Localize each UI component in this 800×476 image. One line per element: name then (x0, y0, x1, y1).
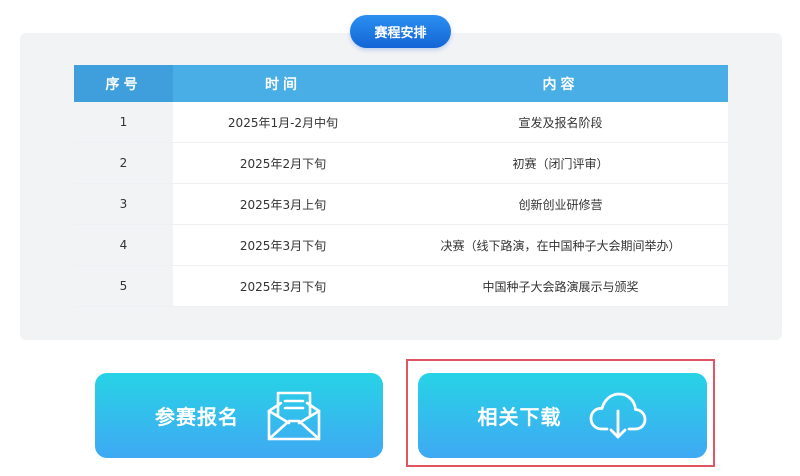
table-row: 1 2025年1月-2月中旬 宣发及报名阶段 (74, 102, 728, 143)
row-time: 2025年3月上旬 (173, 183, 393, 225)
row-content: 初赛（闭门评审） (393, 142, 728, 184)
row-content: 宣发及报名阶段 (393, 102, 728, 143)
section-title-badge: 赛程安排 (350, 15, 451, 48)
cloud-download-icon (588, 391, 648, 441)
table-row: 2 2025年2月下旬 初赛（闭门评审） (74, 142, 728, 184)
row-index: 2 (74, 142, 173, 184)
register-label: 参赛报名 (155, 405, 239, 429)
row-time: 2025年2月下旬 (173, 142, 393, 184)
row-index: 3 (74, 183, 173, 225)
header-time: 时间 (173, 65, 393, 102)
row-index: 5 (74, 265, 173, 307)
table-header: 序号 时间 内容 (74, 65, 728, 102)
schedule-table: 序号 时间 内容 1 2025年1月-2月中旬 宣发及报名阶段 2 2025年2… (74, 65, 728, 307)
row-index: 1 (74, 102, 173, 143)
envelope-icon (265, 389, 323, 443)
table-row: 3 2025年3月上旬 创新创业研修营 (74, 183, 728, 225)
table-row: 4 2025年3月下旬 决赛（线下路演，在中国种子大会期间举办） (74, 224, 728, 266)
schedule-page: 赛程安排 序号 时间 内容 1 2025年1月-2月中旬 宣发及报名阶段 2 2… (0, 0, 800, 476)
row-content: 决赛（线下路演，在中国种子大会期间举办） (393, 224, 728, 266)
download-label: 相关下载 (477, 405, 562, 429)
row-time: 2025年3月下旬 (173, 224, 393, 266)
register-button[interactable]: 参赛报名 (95, 373, 383, 458)
row-time: 2025年3月下旬 (173, 265, 393, 307)
row-time: 2025年1月-2月中旬 (173, 102, 393, 143)
download-button[interactable]: 相关下载 (418, 373, 707, 458)
row-index: 4 (74, 224, 173, 266)
row-content: 中国种子大会路演展示与颁奖 (393, 265, 728, 307)
header-index: 序号 (74, 65, 173, 102)
row-content: 创新创业研修营 (393, 183, 728, 225)
table-row: 5 2025年3月下旬 中国种子大会路演展示与颁奖 (74, 265, 728, 307)
header-content: 内容 (393, 65, 728, 102)
